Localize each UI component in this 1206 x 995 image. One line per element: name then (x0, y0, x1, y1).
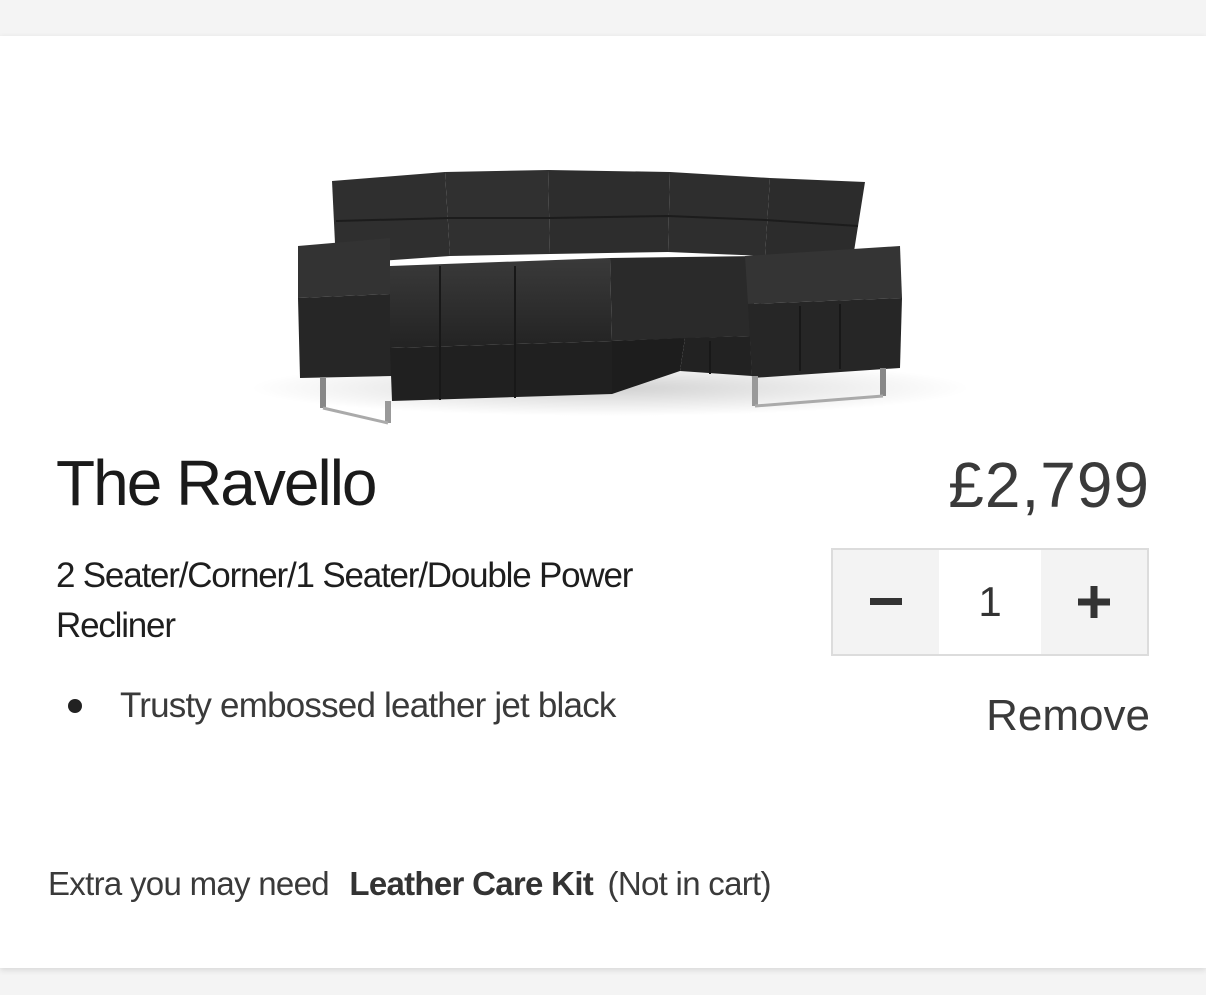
option-text: Trusty embossed leather jet black (120, 686, 616, 725)
minus-icon (870, 598, 902, 605)
decrement-button[interactable] (833, 550, 939, 654)
extras-suggestion: Extra you may need Leather Care Kit (Not… (48, 865, 772, 903)
quantity-stepper: 1 (831, 548, 1149, 656)
product-name[interactable]: The Ravello (56, 446, 377, 520)
product-description: 2 Seater/Corner/1 Seater/Double Power Re… (56, 556, 633, 645)
bullet-icon (68, 699, 82, 713)
leather-care-kit-link[interactable]: Leather Care Kit (349, 865, 593, 902)
list-item: Trusty embossed leather jet black (60, 686, 616, 726)
plus-icon (1078, 586, 1110, 618)
extras-status: (Not in cart) (607, 865, 772, 902)
remove-button[interactable]: Remove (986, 691, 1150, 741)
quantity-input[interactable]: 1 (939, 550, 1041, 654)
extras-prefix: Extra you may need (48, 865, 330, 902)
cart-item-card: The Ravello £2,799 2 Seater/Corner/1 Sea… (0, 36, 1206, 968)
product-options-list: Trusty embossed leather jet black (60, 686, 616, 726)
increment-button[interactable] (1041, 550, 1147, 654)
corner-sofa-image[interactable] (240, 126, 980, 446)
product-price: £2,799 (948, 449, 1150, 521)
